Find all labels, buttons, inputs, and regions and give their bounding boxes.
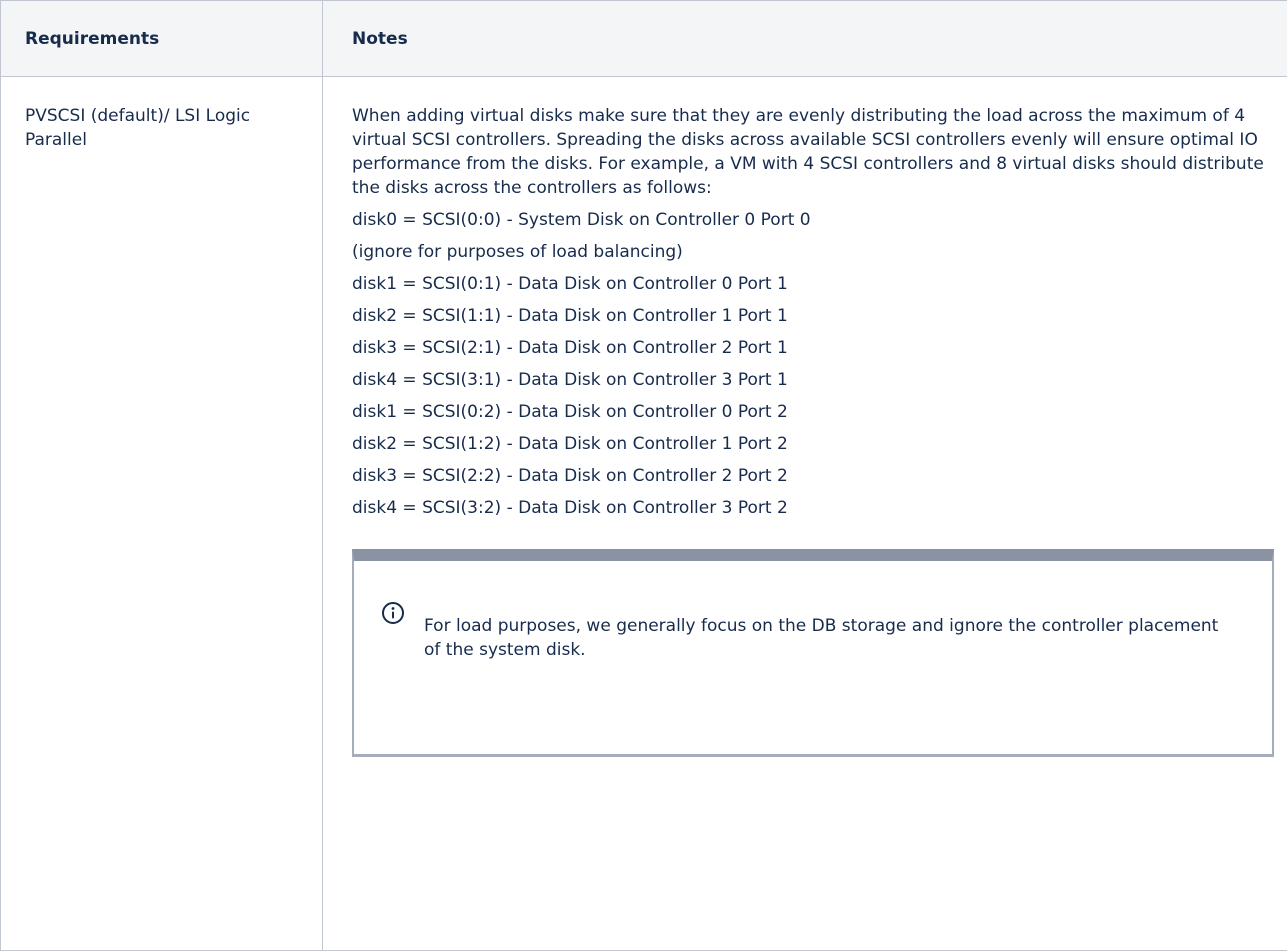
notes-cell: When adding virtual disks make sure that… (323, 77, 1287, 951)
info-icon (381, 601, 405, 625)
requirements-table-container: Requirements Notes PVSCSI (default)/ LSI… (0, 0, 1287, 949)
disk-line: disk0 = SCSI(0:0) - System Disk on Contr… (352, 208, 1287, 232)
disk-line: disk4 = SCSI(3:1) - Data Disk on Control… (352, 368, 1287, 392)
disk-line: disk3 = SCSI(2:1) - Data Disk on Control… (352, 336, 1287, 360)
disk-line: (ignore for purposes of load balancing) (352, 240, 1287, 264)
disk-line: disk2 = SCSI(1:2) - Data Disk on Control… (352, 432, 1287, 456)
disk-line: disk3 = SCSI(2:2) - Data Disk on Control… (352, 464, 1287, 488)
requirements-table: Requirements Notes PVSCSI (default)/ LSI… (0, 0, 1287, 951)
disk-line: disk2 = SCSI(1:1) - Data Disk on Control… (352, 304, 1287, 328)
note-text: For load purposes, we generally focus on… (424, 614, 1224, 662)
requirement-cell: PVSCSI (default)/ LSI Logic Parallel (1, 77, 323, 951)
disk-line: disk1 = SCSI(0:1) - Data Disk on Control… (352, 272, 1287, 296)
table-header-row: Requirements Notes (1, 1, 1287, 77)
info-note-panel: For load purposes, we generally focus on… (352, 549, 1274, 757)
notes-column-header: Notes (323, 1, 1287, 77)
disk-line: disk1 = SCSI(0:2) - Data Disk on Control… (352, 400, 1287, 424)
notes-intro-paragraph: When adding virtual disks make sure that… (352, 104, 1287, 200)
disk-line: disk4 = SCSI(3:2) - Data Disk on Control… (352, 496, 1287, 520)
requirements-column-header: Requirements (1, 1, 323, 77)
table-row: PVSCSI (default)/ LSI Logic Parallel Whe… (1, 77, 1287, 951)
